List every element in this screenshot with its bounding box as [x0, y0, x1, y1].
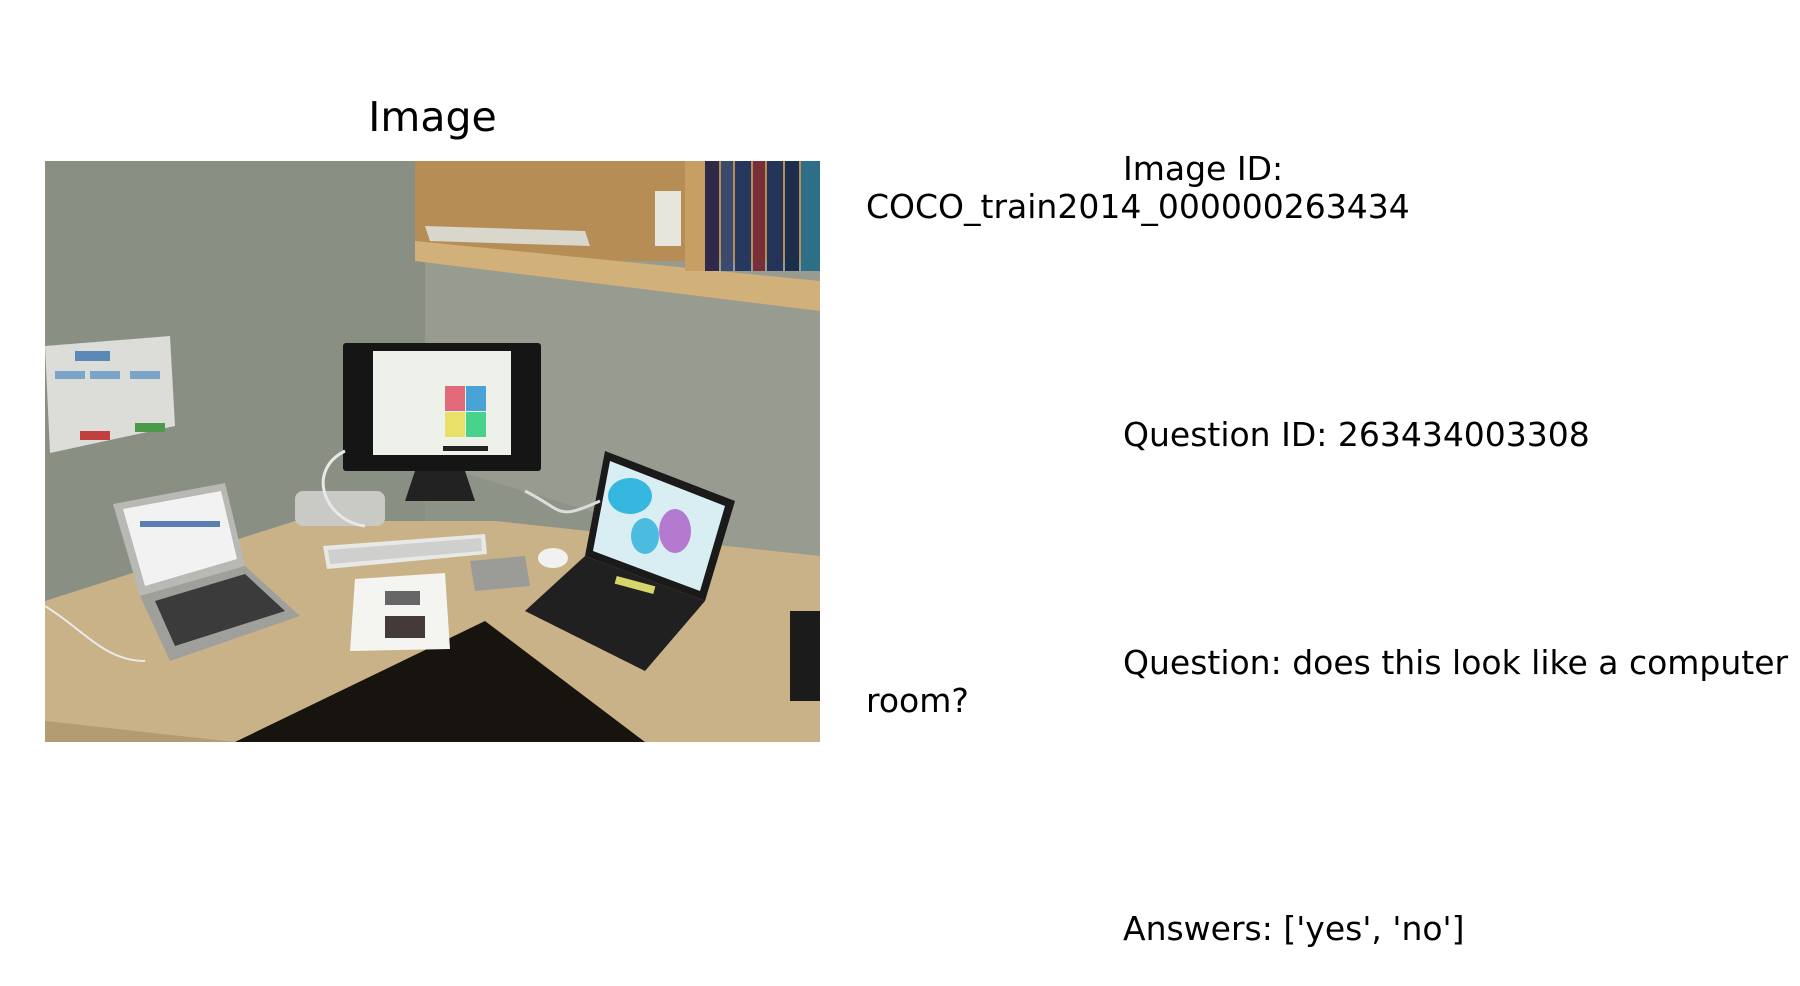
- metadata-panel: Image ID: COCO_train2014_000000263434 Qu…: [866, 74, 1796, 986]
- papers: [350, 573, 450, 651]
- question-text: Question: does this look like a computer…: [866, 643, 1799, 720]
- answers-text: Answers: ['yes', 'no']: [1123, 909, 1465, 948]
- desk-phone: [790, 611, 820, 701]
- image-id-text: Image ID: COCO_train2014_000000263434: [866, 149, 1410, 226]
- image-panel-title: Image: [368, 93, 497, 141]
- scene-photo: [45, 161, 820, 742]
- trackpad: [470, 556, 530, 591]
- mouse: [538, 548, 568, 568]
- mac-mini: [295, 491, 385, 526]
- question-id-text: Question ID: 263434003308: [1123, 415, 1590, 454]
